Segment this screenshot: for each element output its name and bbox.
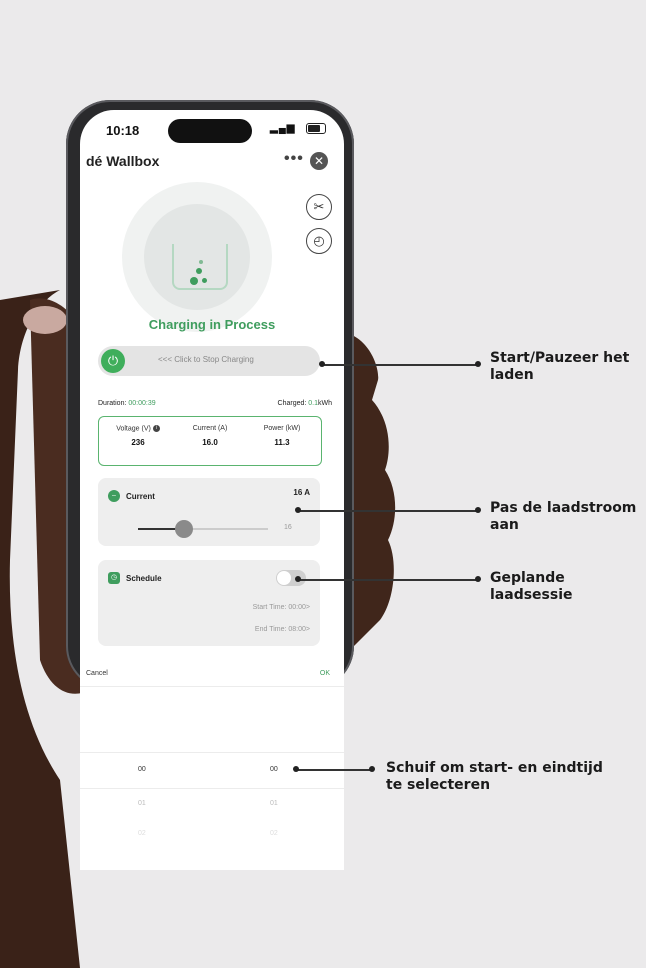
current-slider-track[interactable] [138,528,268,530]
power-icon[interactable]: ⏻ [101,349,125,373]
callout-line [322,364,478,366]
app-title: dé Wallbox [86,153,160,169]
charger-box-icon [172,244,228,290]
bubble-dot [199,260,203,264]
status-bar: 10:18 ▂▄▆ [80,110,344,146]
current-value: 16.0 [202,438,218,447]
charging-graphic [122,182,272,332]
callout-line [296,769,372,771]
current-label: Current (A) [192,425,228,432]
clock-icon: ◷ [108,572,120,584]
picker-minute-after[interactable]: 02 [270,830,278,837]
voltage-metric: Voltage (V) i 236 [101,425,175,447]
close-button[interactable]: ✕ [310,152,328,170]
signal-icon: ▂▄▆ [270,123,296,134]
more-options-button[interactable]: ••• [284,150,304,168]
current-icon: – [108,490,120,502]
callout-slide-time: Schuif om start- en eindtijd te selecter… [386,760,603,793]
divider [80,686,344,687]
callout-dot [475,507,481,513]
duration-label: Duration: [98,400,127,407]
callout-line [298,510,478,512]
start-time[interactable]: Start Time: 00:00> [253,604,310,611]
dynamic-island [168,119,252,143]
picker-ok-button[interactable]: OK [320,670,330,677]
callout-start-pause: Start/Pauzeer het laden [490,350,630,383]
callout-dot [319,361,325,367]
metrics-card: Voltage (V) i 236 Current (A) 16.0 Power… [98,416,322,466]
picker-cancel-button[interactable]: Cancel [86,670,108,677]
picker-hour-after[interactable]: 02 [138,830,146,837]
info-icon[interactable]: i [152,425,160,432]
callout-dot [369,766,375,772]
charged-value: 0.1 [308,400,318,407]
tools-icon[interactable]: ✂ [306,194,332,220]
schedule-label: Schedule [126,574,162,583]
schedule-toggle-thumb [277,571,291,585]
power-label: Power (kW) [263,425,301,432]
current-card-value: 16 A [293,488,310,497]
current-card-label: Current [126,492,155,501]
callout-dot [295,576,301,582]
charged-unit: kWh [318,400,332,407]
current-slider-max: 16 [284,524,292,531]
callout-adjust-current: Pas de laadstroom aan [490,500,637,533]
callout-dot [295,507,301,513]
status-time: 10:18 [106,123,140,138]
app-header: dé Wallbox ••• ✕ [80,150,344,174]
current-metric: Current (A) 16.0 [173,425,247,447]
schedule-card: ◷ Schedule Start Time: 00:00> End Time: … [98,560,320,646]
stop-charging-slider[interactable]: ⏻ <<< Click to Stop Charging [98,346,320,376]
app-screen: 10:18 ▂▄▆ dé Wallbox ••• ✕ ✂ ◴ Charging … [80,110,344,870]
callout-line [298,579,478,581]
bubble-dot [202,278,207,283]
voltage-value: 236 [131,438,145,448]
charged: Charged: 0.1kWh [278,400,332,407]
current-card: – Current 16 A 16 [98,478,320,546]
picker-header: Cancel OK [80,664,344,684]
schedule-toggle[interactable] [276,570,306,586]
callout-dot [293,766,299,772]
bubble-dot [196,268,202,274]
stop-charging-hint: <<< Click to Stop Charging [158,355,254,364]
callout-dot [475,576,481,582]
page: 10:18 ▂▄▆ dé Wallbox ••• ✕ ✂ ◴ Charging … [0,0,646,968]
bubble-dot [190,277,198,285]
divider [80,788,344,789]
current-slider-knob[interactable] [174,520,193,538]
callout-scheduled: Geplande laadsessie [490,570,573,603]
charged-label: Charged: [277,400,307,407]
charging-status: Charging in Process [148,317,276,332]
callout-dot [475,361,481,367]
picker-minute-next[interactable]: 01 [270,800,278,807]
timer-icon[interactable]: ◴ [306,228,332,254]
end-time[interactable]: End Time: 08:00> [255,626,310,633]
battery-icon [306,123,326,134]
power-value: 11.3 [274,438,290,447]
picker-hour-next[interactable]: 01 [138,800,146,807]
voltage-label: Voltage (V) [116,425,151,433]
power-metric: Power (kW) 11.3 [245,425,319,447]
duration: Duration: 00:00:39 [98,400,156,407]
divider [80,752,344,753]
picker-minute-selected[interactable]: 00 [270,766,278,773]
picker-hour-selected[interactable]: 00 [138,766,146,773]
duration-value: 00:00:39 [128,400,156,407]
